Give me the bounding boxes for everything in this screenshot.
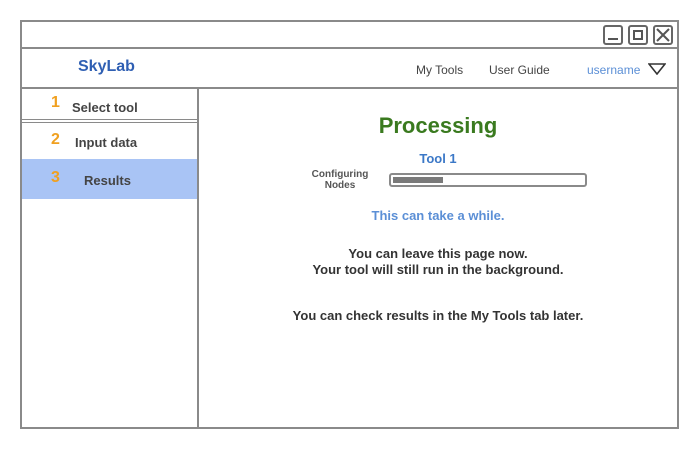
wait-note: This can take a while. — [371, 208, 505, 223]
progress-label-line1: Configuring — [311, 169, 369, 180]
step-number: 1 — [51, 94, 60, 111]
info-text-line1: You can leave this page now. — [348, 246, 528, 261]
maximize-button[interactable] — [628, 25, 648, 45]
chevron-down-icon[interactable] — [648, 63, 666, 75]
page-title: Processing — [378, 113, 498, 138]
step-sidebar: 1 Select tool 2 Input data 3 Results — [22, 89, 199, 427]
step-select-tool[interactable]: 1 Select tool — [22, 89, 197, 123]
step-label: Input data — [75, 135, 138, 150]
minimize-button[interactable] — [603, 25, 623, 45]
info-text-line3: You can check results in the My Tools ta… — [292, 308, 584, 323]
close-button[interactable] — [653, 25, 673, 45]
progress-label-line2: Nodes — [324, 180, 356, 191]
step-label: Select tool — [72, 100, 138, 115]
progress-label: Configuring Nodes — [305, 169, 375, 191]
nav-my-tools[interactable]: My Tools — [416, 63, 463, 77]
step-number: 3 — [51, 169, 60, 186]
step-results[interactable]: 3 Results — [22, 159, 197, 199]
tool-name: Tool 1 — [419, 151, 457, 166]
progress-fill — [393, 177, 444, 183]
progress-bar — [389, 173, 587, 187]
app-window: SkyLab My Tools User Guide username 1 Se… — [20, 20, 679, 429]
nav-user-guide[interactable]: User Guide — [489, 63, 550, 77]
user-menu[interactable]: username — [587, 63, 640, 77]
brand-logo[interactable]: SkyLab — [78, 58, 135, 76]
close-icon — [656, 28, 670, 42]
title-bar — [22, 22, 677, 49]
info-text-line2: Your tool will still run in the backgrou… — [312, 262, 564, 277]
step-number: 2 — [51, 131, 60, 148]
app-header: SkyLab My Tools User Guide username — [22, 49, 677, 89]
step-label: Results — [84, 173, 131, 188]
step-input-data[interactable]: 2 Input data — [22, 123, 197, 159]
main-content: Processing Tool 1 Configuring Nodes This… — [199, 89, 677, 427]
